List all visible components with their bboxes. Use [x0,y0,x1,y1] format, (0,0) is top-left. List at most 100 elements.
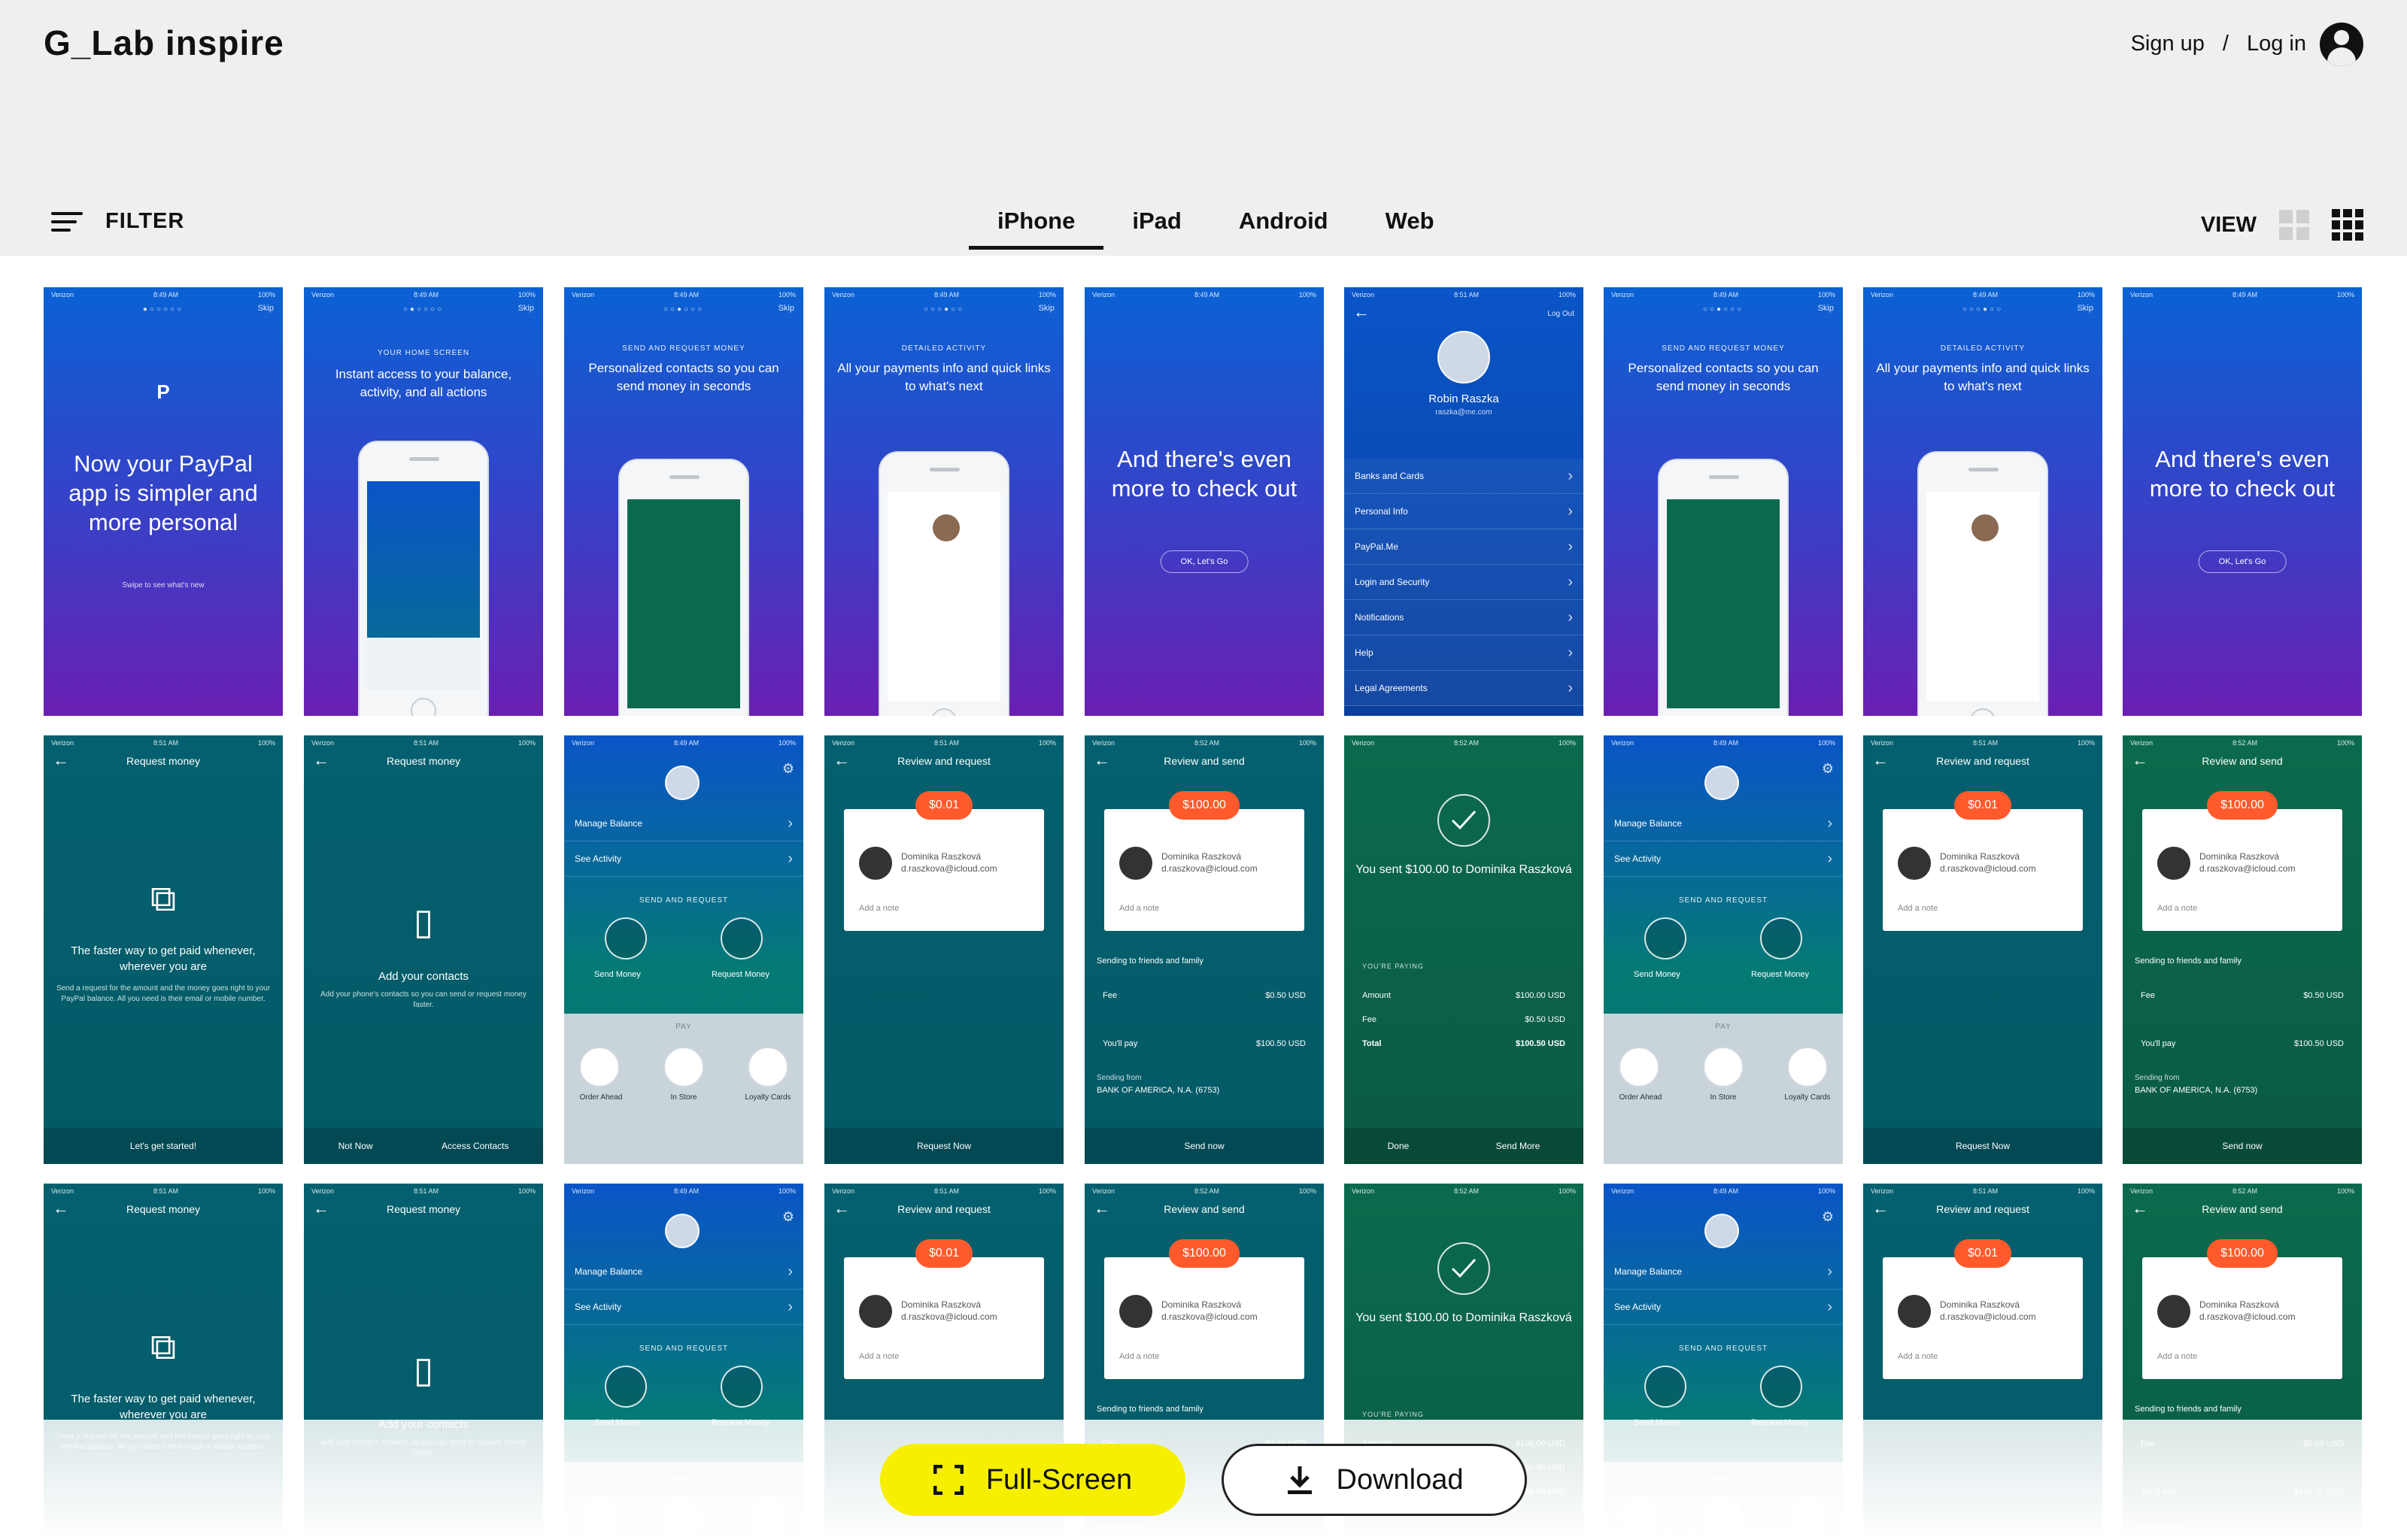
add-note-field[interactable]: Add a note [1898,904,1938,913]
order-ahead-icon[interactable] [579,1047,620,1087]
user-avatar-icon[interactable] [2320,23,2363,66]
screenshot-thumbnail[interactable]: Verizon8:51 AM100%←Request money ▯ Add y… [304,735,543,1164]
screenshot-thumbnail[interactable]: Verizon8:49 AM100% ⚙ Manage Balance See … [564,735,803,1164]
friends-family-option[interactable]: Sending to friends and family [1097,1405,1204,1414]
tab-ipad[interactable]: iPad [1103,208,1210,250]
screen-title: Personalized contacts so you can send mo… [588,361,779,393]
send-more-button[interactable]: Send More [1496,1141,1540,1151]
gear-icon[interactable]: ⚙ [782,1209,794,1225]
screenshot-thumbnail[interactable]: Verizon 8:49 AM 100% Skip ○○●○○○ SEND AND RE… [1604,287,1843,716]
lets-go-button[interactable]: OK, Let's Go [1160,550,1249,573]
menu-item[interactable]: Legal Agreements [1344,671,1583,706]
send-money-icon[interactable] [605,1366,647,1408]
add-note-field[interactable]: Add a note [859,904,899,913]
menu-item[interactable]: Banks and Cards [1344,459,1583,494]
lets-go-button[interactable]: OK, Let's Go [2198,550,2287,573]
manage-balance-item[interactable]: Manage Balance [1604,1254,1843,1290]
manage-balance-item[interactable]: Manage Balance [1604,806,1843,841]
filter-button[interactable]: FILTER [51,209,184,234]
logout-link[interactable]: Log Out [1547,310,1574,318]
send-money-icon[interactable] [1644,1366,1686,1408]
friends-family-option[interactable]: Sending to friends and family [2135,956,2242,966]
manage-balance-item[interactable]: Manage Balance [564,806,803,841]
gear-icon[interactable]: ⚙ [1822,761,1834,777]
screenshot-thumbnail[interactable]: Verizon 8:49 AM 100% Skip ○○○●○○ DETAILED AC… [1863,287,2102,716]
signup-link[interactable]: Sign up [2131,32,2205,56]
send-now-button[interactable]: Send now [2222,1141,2262,1151]
done-button[interactable]: Done [1388,1141,1410,1151]
in-store-icon[interactable] [663,1047,704,1087]
request-money-icon[interactable] [1760,1366,1802,1408]
screenshot-thumbnail[interactable]: Verizon 8:49 AM 100% Skip ○○●○○○ SEND AND RE… [564,287,803,716]
request-money-icon[interactable] [721,1366,763,1408]
brand-logo[interactable]: G_Lab inspire [44,23,284,63]
see-activity-item[interactable]: See Activity [564,841,803,877]
see-activity-item[interactable]: See Activity [564,1290,803,1325]
request-now-button[interactable]: Request Now [917,1141,971,1151]
gear-icon[interactable]: ⚙ [782,761,794,777]
filter-menu-icon [51,211,83,232]
screenshot-thumbnail[interactable]: Verizon 8:49 AM 100% Skip ○○○●○○ DETAILED AC… [824,287,1064,716]
menu-item[interactable]: Personal Info [1344,494,1583,529]
not-now-button[interactable]: Not Now [338,1141,373,1151]
menu-item[interactable]: PayPal.Me [1344,529,1583,565]
request-money-icon[interactable] [1760,917,1802,959]
friends-family-option[interactable]: Sending to friends and family [1097,956,1204,966]
menu-item[interactable]: Help [1344,635,1583,671]
bank-account[interactable]: BANK OF AMERICA, N.A. (6753) [1097,1086,1219,1095]
order-ahead-icon[interactable] [1619,1047,1659,1087]
login-link[interactable]: Log in [2247,32,2306,56]
send-now-button[interactable]: Send now [1184,1141,1224,1151]
phone-mockup [1658,459,1789,716]
menu-item[interactable]: Notifications [1344,600,1583,635]
screenshot-thumbnail[interactable]: Verizon 8:51 AM 100% ← Log Out Robin Raszka … [1344,287,1583,716]
send-money-icon[interactable] [1644,917,1686,959]
fullscreen-button[interactable]: Full-Screen [880,1444,1185,1516]
contact-avatar-icon [1898,847,1931,880]
screenshot-thumbnail[interactable]: Verizon 8:52 AM 100% ← Review and send Domin… [1085,735,1324,1164]
screenshot-thumbnail[interactable]: Verizon 8:51 AM 100% ← Request money ⧉ The f… [44,735,283,1164]
screenshot-thumbnail[interactable]: Verizon 8:49 AM 100% Skip ○●○○○○ YOUR HOME S… [304,287,543,716]
see-activity-item[interactable]: See Activity [1604,841,1843,877]
screen-title: Add your contacts [378,970,469,983]
menu-item[interactable]: Login and Security [1344,565,1583,600]
tab-iphone[interactable]: iPhone [969,208,1104,250]
screenshot-thumbnail[interactable]: Verizon 8:49 AM 100% And there's even more… [2123,287,2362,716]
friends-family-option[interactable]: Sending to friends and family [2135,1405,2242,1414]
add-note-field[interactable]: Add a note [1898,1352,1938,1361]
screenshot-thumbnail[interactable]: Verizon 8:51 AM 100% ← Review and request Do… [1863,735,2102,1164]
request-money-icon[interactable] [721,917,763,959]
tab-web[interactable]: Web [1357,208,1463,250]
screenshot-thumbnail[interactable]: Verizon 8:51 AM 100% ← Review and request Do… [824,735,1064,1164]
in-store-icon[interactable] [1703,1047,1744,1087]
tab-android[interactable]: Android [1210,208,1357,250]
grid-small-icon[interactable] [2332,209,2363,241]
amount-badge: $0.01 [1953,1239,2012,1268]
bank-account[interactable]: BANK OF AMERICA, N.A. (6753) [2135,1086,2257,1095]
screenshot-thumbnail[interactable]: Verizon 8:49 AM 100% Skip ●○○○○○ P Now your … [44,287,283,716]
access-contacts-button[interactable]: Access Contacts [442,1141,508,1151]
add-note-field[interactable]: Add a note [2157,904,2197,913]
manage-balance-item[interactable]: Manage Balance [564,1254,803,1290]
add-note-field[interactable]: Add a note [859,1352,899,1361]
grid-large-icon[interactable] [2279,210,2309,240]
add-note-field[interactable]: Add a note [2157,1352,2197,1361]
screenshot-thumbnail[interactable]: Verizon 8:52 AM 100% You sent $100.00 to D… [1344,735,1583,1164]
screenshot-thumbnail[interactable]: Verizon 8:49 AM 100% And there's even more… [1085,287,1324,716]
in-store-label: In Store [1710,1093,1737,1102]
screenshot-thumbnail[interactable]: Verizon 8:52 AM 100% ← Review and send Domin… [2123,735,2362,1164]
loyalty-cards-icon[interactable] [1787,1047,1828,1087]
screen-subtitle: Swipe to see what's new [122,581,205,590]
loyalty-cards-icon[interactable] [748,1047,788,1087]
request-now-button[interactable]: Request Now [1956,1141,2010,1151]
see-activity-item[interactable]: See Activity [1604,1290,1843,1325]
screenshot-thumbnail[interactable]: Verizon8:49 AM100% ⚙ Manage Balance See … [1604,735,1843,1164]
add-note-field[interactable]: Add a note [1119,1352,1159,1361]
gear-icon[interactable]: ⚙ [1822,1209,1834,1225]
get-started-button[interactable]: Let's get started! [130,1141,196,1151]
add-note-field[interactable]: Add a note [1119,904,1159,913]
view-label: VIEW [2200,212,2257,237]
download-button[interactable]: Download [1222,1444,1527,1516]
back-arrow-icon[interactable]: ← [1353,302,1370,322]
send-money-icon[interactable] [605,917,647,959]
